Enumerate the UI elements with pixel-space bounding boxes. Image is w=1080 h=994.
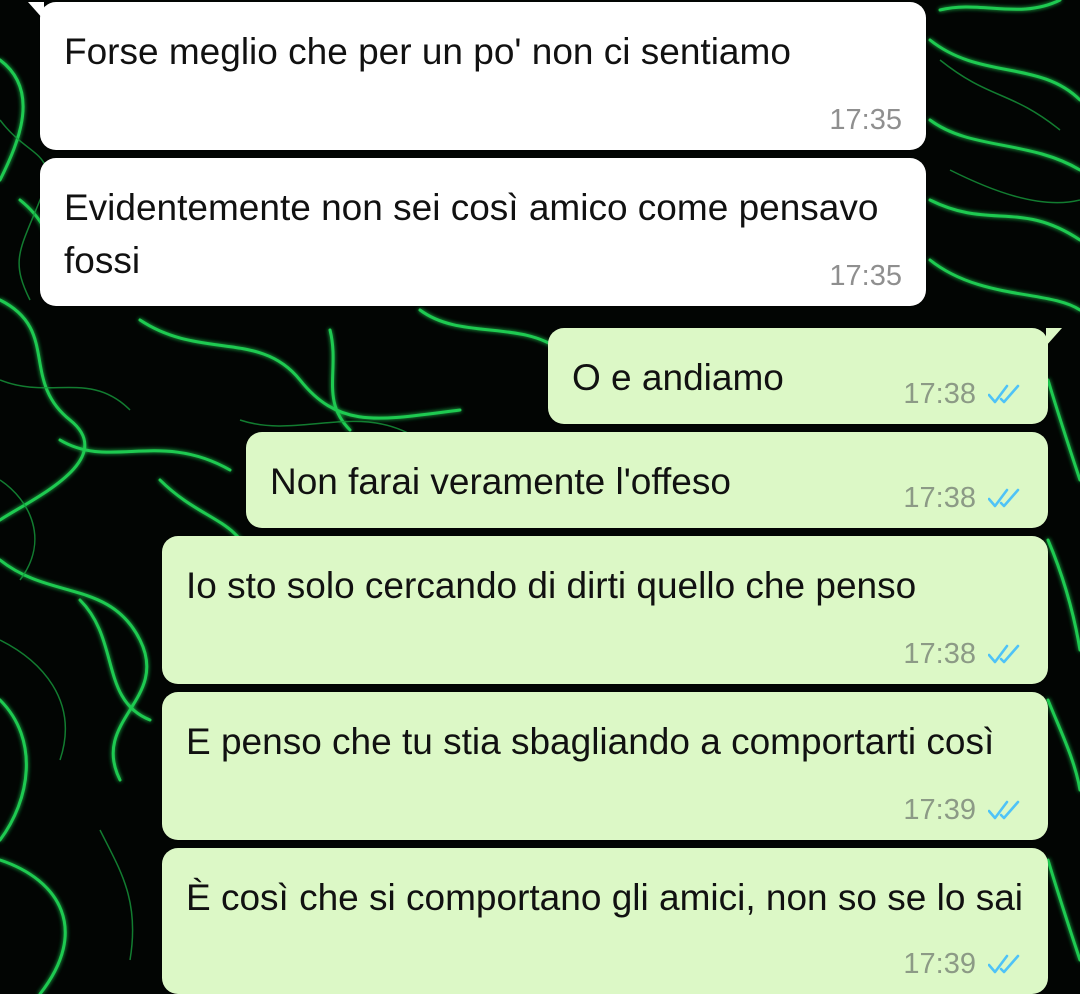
double-check-read-icon — [988, 384, 1020, 404]
bubble-tail — [28, 2, 44, 20]
message-bubble-outgoing[interactable]: O e andiamo 17:38 — [548, 328, 1062, 424]
message-text: Forse meglio che per un po' non ci senti… — [64, 31, 791, 72]
message-text: È così che si comportano gli amici, non … — [186, 877, 1023, 918]
double-check-read-icon — [988, 644, 1020, 664]
message-text: E penso che tu stia sbagliando a comport… — [186, 721, 995, 762]
bubble-tail — [1046, 328, 1062, 346]
message-text: Evidentemente non sei così amico come pe… — [64, 187, 879, 281]
message-bubble-outgoing[interactable]: Io sto solo cercando di dirti quello che… — [162, 536, 1048, 684]
message-text: Io sto solo cercando di dirti quello che… — [186, 565, 917, 606]
double-check-read-icon — [988, 488, 1020, 508]
message-bubble-incoming[interactable]: Evidentemente non sei così amico come pe… — [40, 158, 926, 306]
double-check-read-icon — [988, 800, 1020, 820]
message-bubble-incoming[interactable]: Forse meglio che per un po' non ci senti… — [28, 2, 926, 150]
message-time: 17:39 — [903, 794, 1024, 826]
message-bubble-outgoing[interactable]: E penso che tu stia sbagliando a comport… — [162, 692, 1048, 840]
message-time: 17:38 — [903, 638, 1024, 670]
message-time: 17:35 — [829, 260, 902, 292]
message-time: 17:38 — [903, 378, 1024, 410]
message-bubble-outgoing[interactable]: È così che si comportano gli amici, non … — [162, 848, 1048, 994]
message-time: 17:38 — [903, 482, 1024, 514]
message-time: 17:39 — [903, 948, 1024, 980]
message-time: 17:35 — [829, 104, 902, 136]
double-check-read-icon — [988, 954, 1020, 974]
message-bubble-outgoing[interactable]: Non farai veramente l'offeso 17:38 — [246, 432, 1048, 528]
